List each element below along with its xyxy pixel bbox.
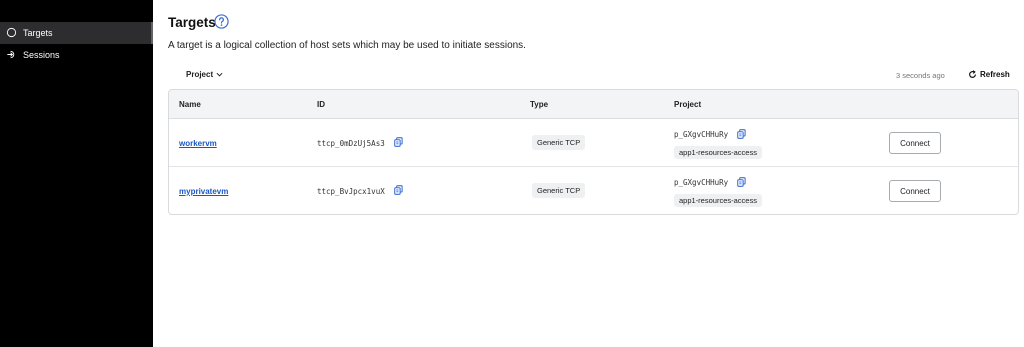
copy-icon[interactable] bbox=[394, 185, 403, 195]
column-header-type: Type bbox=[530, 100, 549, 109]
target-name-link[interactable]: workervm bbox=[179, 139, 217, 148]
project-name-badge: app1-resources-access bbox=[674, 146, 762, 159]
project-id: p_GXgvCHHuRy bbox=[674, 130, 729, 139]
refresh-icon bbox=[969, 70, 976, 78]
sidebar-item-targets[interactable]: Targets bbox=[0, 22, 153, 44]
refresh-label: Refresh bbox=[980, 70, 1010, 79]
page-description: A target is a logical collection of host… bbox=[168, 40, 526, 51]
login-icon bbox=[7, 50, 15, 59]
sidebar-item-label: Sessions bbox=[23, 50, 60, 60]
copy-icon[interactable] bbox=[394, 137, 403, 147]
table-header: Name ID Type Project bbox=[169, 90, 1018, 119]
project-filter-label: Project bbox=[186, 70, 214, 79]
type-badge: Generic TCP bbox=[532, 183, 586, 198]
table-toolbar: Project 3 seconds ago Refresh bbox=[168, 63, 1019, 89]
connect-button[interactable]: Connect bbox=[889, 180, 941, 202]
target-name-link[interactable]: myprivatevm bbox=[179, 187, 228, 196]
column-header-project: Project bbox=[674, 100, 702, 109]
project-id: p_GXgvCHHuRy bbox=[674, 178, 729, 187]
connect-button[interactable]: Connect bbox=[889, 132, 941, 154]
table-row: workervm ttcp_0mDzUj5As3 Generic TCP p_G… bbox=[169, 119, 1018, 167]
help-icon[interactable] bbox=[214, 14, 229, 29]
page-title: Targets bbox=[168, 15, 216, 30]
project-filter-dropdown[interactable]: Project bbox=[186, 70, 223, 79]
last-updated-text: 3 seconds ago bbox=[896, 71, 945, 80]
copy-icon[interactable] bbox=[737, 129, 746, 139]
sidebar-item-sessions[interactable]: Sessions bbox=[0, 44, 153, 66]
target-icon bbox=[6, 27, 17, 38]
sidebar: Targets Sessions bbox=[0, 0, 153, 347]
copy-icon[interactable] bbox=[737, 177, 746, 187]
type-badge: Generic TCP bbox=[532, 135, 586, 150]
target-id: ttcp_BvJpcx1vuX bbox=[317, 187, 385, 196]
sidebar-item-label: Targets bbox=[23, 28, 53, 38]
chevron-down-icon bbox=[216, 72, 223, 77]
project-name-badge: app1-resources-access bbox=[674, 194, 762, 207]
target-id: ttcp_0mDzUj5As3 bbox=[317, 139, 385, 148]
targets-table: Name ID Type Project workervm ttcp_0mDzU… bbox=[168, 89, 1019, 215]
table-row: myprivatevm ttcp_BvJpcx1vuX Generic TCP … bbox=[169, 167, 1018, 214]
column-header-id: ID bbox=[317, 100, 325, 109]
column-header-name: Name bbox=[179, 100, 201, 109]
refresh-button[interactable]: Refresh bbox=[968, 70, 1010, 79]
